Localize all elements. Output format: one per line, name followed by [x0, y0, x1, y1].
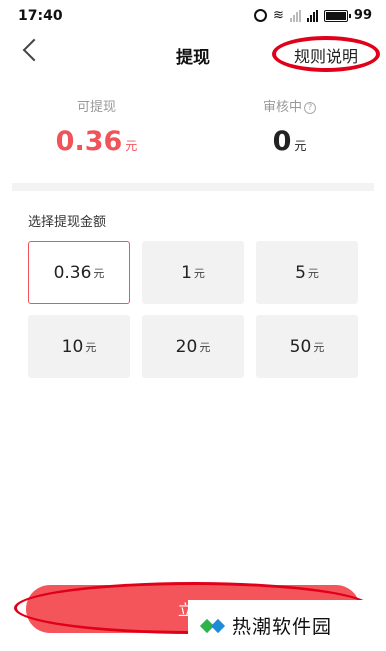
signal-icon: [289, 9, 301, 22]
status-time: 17:40: [18, 8, 63, 24]
balance-panel: 可提现 0.36 元 审核中? 0元: [0, 96, 386, 176]
watermark-text: 热潮软件园: [232, 616, 333, 638]
alarm-icon: [254, 9, 267, 22]
review-value: 0元: [272, 126, 307, 157]
watermark-logo-icon: [199, 615, 226, 637]
watermark: 热潮软件园: [188, 600, 378, 651]
unit-label: 元: [125, 139, 138, 153]
signal-icon: [306, 9, 318, 22]
annotation-circle: [272, 36, 380, 72]
available-balance: 可提现 0.36 元: [0, 96, 193, 157]
nav-bar: 提现 规则说明: [0, 34, 386, 74]
available-label: 可提现: [76, 100, 116, 115]
battery-icon: [323, 9, 351, 22]
amount-option[interactable]: 50 元: [256, 315, 358, 378]
status-bar: 17:40 ≋ 99: [0, 0, 386, 34]
battery-level: 99: [353, 8, 372, 23]
wifi-icon: ≋: [273, 8, 284, 23]
status-icons: ≋ 99: [254, 8, 372, 23]
amount-option[interactable]: 20 元: [142, 315, 244, 378]
amount-option[interactable]: 10 元: [28, 315, 130, 378]
available-value: 0.36 元: [55, 126, 138, 157]
unit-label: 元: [294, 139, 307, 153]
amount-option[interactable]: 1元: [142, 241, 244, 304]
divider: [12, 183, 374, 191]
amount-option[interactable]: 0.36 元: [28, 241, 130, 304]
amount-option[interactable]: 5元: [256, 241, 358, 304]
section-label: 选择提现金额: [28, 215, 107, 230]
review-label: 审核中?: [193, 96, 386, 116]
review-balance: 审核中? 0元: [193, 96, 386, 157]
amount-grid: 0.36 元 1元 5元 10 元 20 元 50 元: [28, 241, 358, 378]
help-icon[interactable]: ?: [304, 102, 316, 114]
